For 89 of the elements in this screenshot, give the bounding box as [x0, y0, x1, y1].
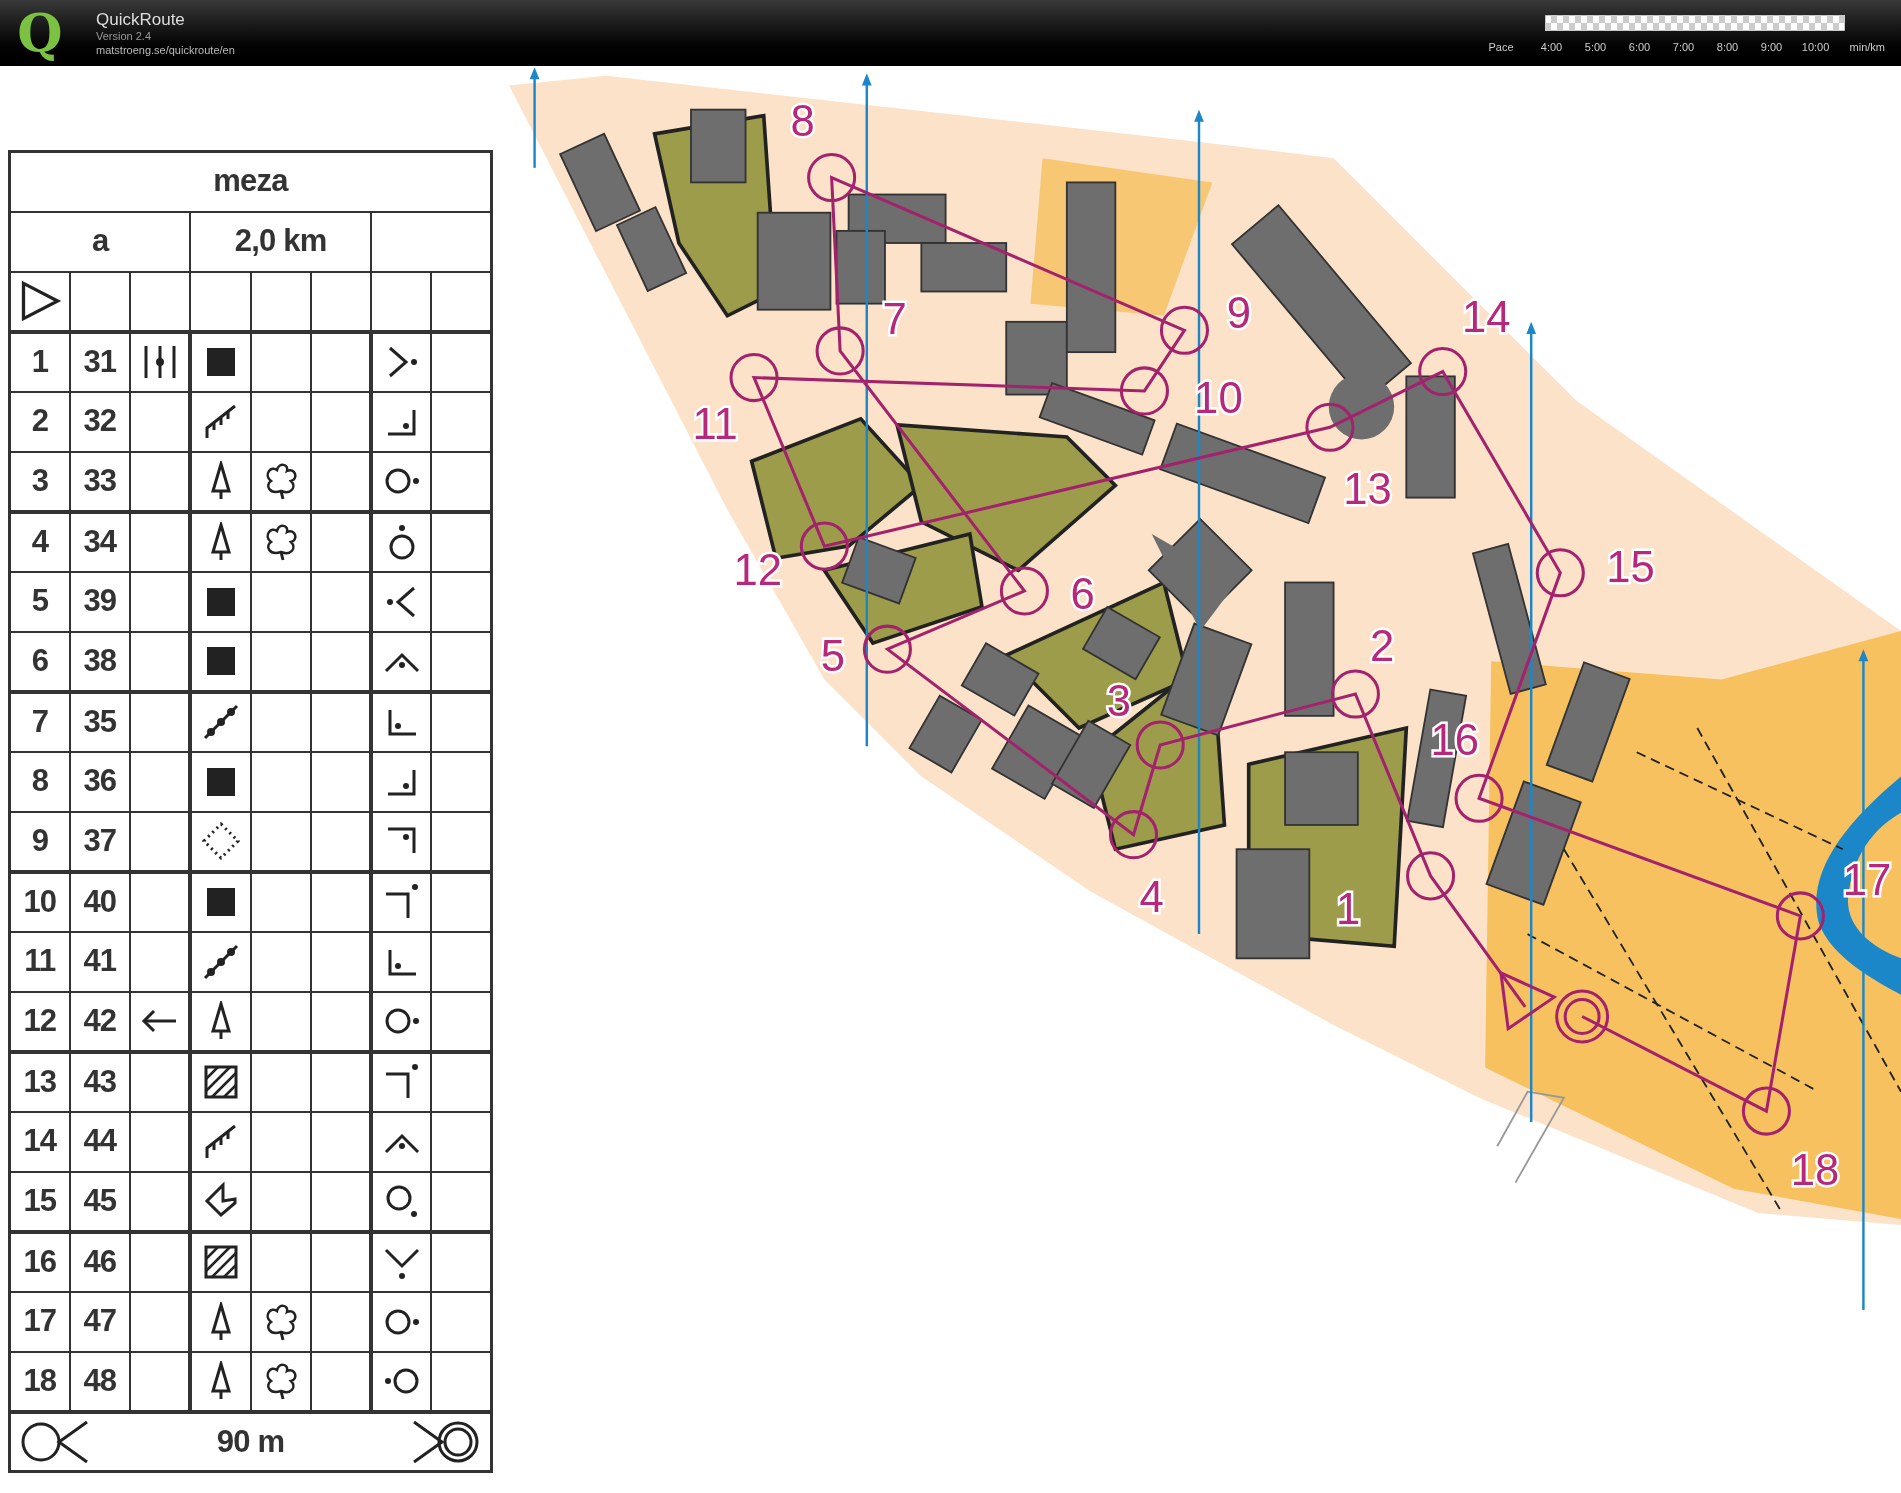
pace-tick: 10:00 [1800, 39, 1831, 55]
control-number: 13 [1343, 463, 1392, 513]
control-circle [1135, 720, 1185, 770]
control-code: 33 [83, 462, 117, 498]
control-code: 42 [83, 1002, 117, 1038]
control-code: 44 [83, 1123, 117, 1158]
control-number: 9 [31, 822, 49, 858]
control-number: 8 [31, 763, 49, 798]
app-name: QuickRoute [96, 8, 186, 30]
control-circle [1330, 669, 1380, 719]
control-number: 13 [23, 1063, 57, 1099]
control-number: 7 [31, 703, 49, 739]
control-number: 18 [1790, 1145, 1840, 1195]
control-number: 1 [1336, 884, 1361, 934]
pace-tick: 6:00 [1627, 39, 1652, 55]
control-circle [999, 566, 1049, 616]
control-circle [1119, 366, 1169, 416]
control-number: 2 [1369, 621, 1395, 671]
dotted-diamond-icon [200, 821, 241, 861]
control-code: 46 [83, 1243, 117, 1279]
control-circle [1108, 810, 1159, 860]
control-number: 18 [23, 1362, 57, 1398]
control-number: 6 [1070, 569, 1095, 619]
control-circle [799, 521, 849, 571]
control-number: 12 [733, 544, 782, 594]
control-code: 32 [83, 403, 117, 438]
control-circle [862, 624, 912, 674]
event-title: meza [213, 163, 288, 199]
control-code: 40 [83, 883, 117, 919]
control-number: 12 [23, 1002, 57, 1038]
course-length: 2,0 km [234, 223, 327, 258]
control-circle [815, 326, 865, 376]
control-code: 37 [83, 822, 117, 858]
finish-distance: 90 m [216, 1426, 285, 1458]
control-code: 36 [83, 763, 117, 798]
control-number: 17 [23, 1303, 57, 1338]
control-code: 41 [83, 943, 117, 978]
control-number: 4 [31, 523, 49, 559]
control-number: 15 [1606, 542, 1655, 592]
control-code: 38 [83, 642, 117, 678]
circle-arrow-icon [19, 1419, 89, 1464]
control-code: 45 [83, 1182, 117, 1218]
control-code: 47 [83, 1303, 117, 1338]
control-number: 10 [23, 883, 57, 919]
control-circle [729, 353, 779, 403]
control-code: 35 [83, 703, 117, 739]
control-circle [1775, 891, 1825, 941]
pace-tick: 8:00 [1715, 39, 1740, 55]
control-number: 2 [31, 403, 49, 438]
pace-tick: 4:00 [1539, 39, 1564, 55]
pace-tick: 5:00 [1583, 39, 1608, 55]
website-url: matstroeng.se/quickroute/en [96, 43, 235, 58]
control-number: 5 [31, 583, 49, 618]
pace-unit: min/km [1849, 39, 1885, 55]
control-circle [1305, 402, 1355, 452]
start-triangle [1499, 970, 1558, 1032]
pace-tick: 7:00 [1671, 39, 1696, 55]
finish-circle [1555, 989, 1610, 1044]
control-code: 48 [83, 1362, 117, 1398]
control-number: 14 [23, 1123, 57, 1158]
pace-label: Pace [1488, 39, 1514, 55]
control-circle [1454, 773, 1504, 823]
control-number: 16 [23, 1243, 57, 1279]
app-version: Version 2.4 [96, 29, 153, 44]
control-number: 3 [31, 462, 49, 498]
course-name: a [91, 223, 109, 258]
control-number: 8 [790, 96, 815, 146]
control-number: 14 [1462, 291, 1511, 341]
app-logo: Q [16, 7, 64, 59]
control-number: 9 [1226, 287, 1252, 337]
control-code: 43 [83, 1063, 117, 1099]
control-circle [807, 153, 857, 203]
control-number: 5 [820, 631, 845, 680]
control-circle [1418, 346, 1468, 397]
control-number: 1 [31, 343, 49, 379]
control-number: 15 [23, 1182, 57, 1218]
control-code: 39 [83, 583, 117, 618]
control-code: 34 [83, 523, 117, 559]
control-number: 6 [31, 642, 49, 678]
control-number: 7 [882, 293, 907, 343]
control-circle [1159, 305, 1209, 355]
control-number: 11 [24, 943, 56, 978]
control-circle [1535, 548, 1585, 598]
control-number: 11 [692, 399, 738, 449]
control-circle [1406, 851, 1456, 901]
control-code: 31 [83, 343, 117, 379]
pace-tick: 9:00 [1759, 39, 1784, 55]
control-number: 4 [1139, 872, 1164, 922]
control-circle [1741, 1086, 1791, 1136]
